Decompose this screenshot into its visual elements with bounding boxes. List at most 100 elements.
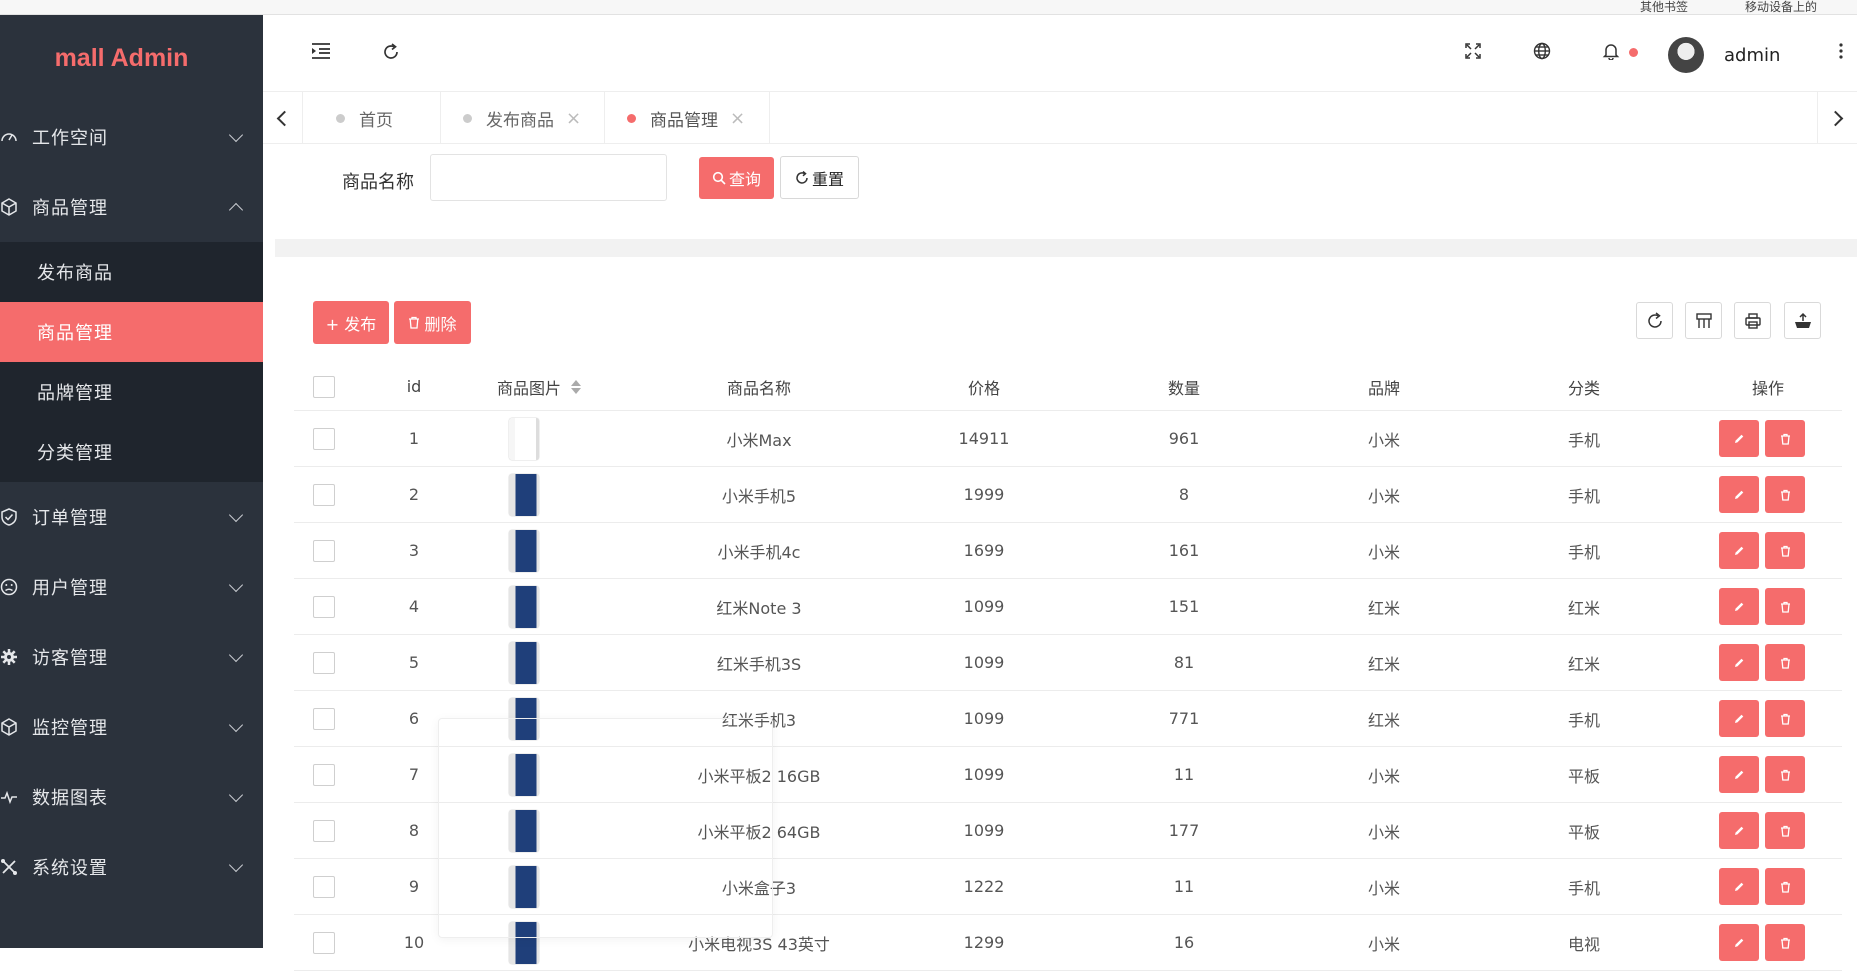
sort-icon[interactable] xyxy=(571,379,581,394)
delete-row-button[interactable] xyxy=(1765,868,1805,905)
product-thumbnail[interactable] xyxy=(509,417,539,460)
cell-category: 平板 xyxy=(1567,766,1600,786)
reset-button[interactable]: 重置 xyxy=(780,156,859,199)
tab-home[interactable]: 首页 xyxy=(304,92,441,144)
publish-button[interactable]: + 发布 xyxy=(313,301,389,344)
delete-row-button[interactable] xyxy=(1765,588,1805,625)
column-image[interactable]: 商品图片 xyxy=(474,363,604,410)
product-thumbnail[interactable] xyxy=(509,697,539,740)
table-columns-button[interactable] xyxy=(1685,302,1722,339)
tab-product-manage[interactable]: 商品管理 × xyxy=(605,92,770,144)
row-select-cell xyxy=(294,635,354,690)
delete-row-button[interactable] xyxy=(1765,644,1805,681)
product-thumbnail[interactable] xyxy=(509,865,539,908)
sidebar-item-products[interactable]: 商品管理 xyxy=(0,172,263,242)
cell-price: 1099 xyxy=(963,821,1005,840)
product-name-input[interactable] xyxy=(430,154,667,201)
globe-icon[interactable] xyxy=(1531,40,1553,62)
sidebar-item-charts[interactable]: 数据图表 xyxy=(0,762,263,832)
refresh-icon[interactable] xyxy=(380,41,402,63)
table-row: 2 小米手机5 1999 8 小米 手机 xyxy=(294,467,1842,523)
column-name[interactable]: 商品名称 xyxy=(604,363,914,410)
sidebar-item-orders[interactable]: 订单管理 xyxy=(0,482,263,552)
sidebar-subitem-publish[interactable]: 发布商品 xyxy=(0,242,263,302)
column-price[interactable]: 价格 xyxy=(914,363,1054,410)
trash-icon xyxy=(1780,545,1790,557)
user-name[interactable]: admin xyxy=(1724,45,1780,66)
row-checkbox[interactable] xyxy=(313,875,335,898)
edit-button[interactable] xyxy=(1719,644,1759,681)
delete-row-button[interactable] xyxy=(1765,420,1805,457)
bookmark-mobile[interactable]: 移动设备上的 xyxy=(1745,0,1817,15)
more-vertical-icon[interactable] xyxy=(1834,40,1848,62)
delete-row-button[interactable] xyxy=(1765,700,1805,737)
edit-button[interactable] xyxy=(1719,588,1759,625)
column-brand[interactable]: 品牌 xyxy=(1314,363,1454,410)
cell-price: 1099 xyxy=(963,765,1005,784)
tab-scroll-left-button[interactable] xyxy=(263,92,303,144)
sidebar-subitem-product-manage[interactable]: 商品管理 xyxy=(0,302,263,362)
delete-row-button[interactable] xyxy=(1765,756,1805,793)
delete-row-button[interactable] xyxy=(1765,532,1805,569)
column-quantity[interactable]: 数量 xyxy=(1054,363,1314,410)
fullscreen-icon[interactable] xyxy=(1462,40,1484,62)
sidebar-item-monitor[interactable]: 监控管理 xyxy=(0,692,263,762)
table-refresh-button[interactable] xyxy=(1636,302,1673,339)
row-checkbox[interactable] xyxy=(313,819,335,842)
column-category[interactable]: 分类 xyxy=(1454,363,1714,410)
avatar[interactable] xyxy=(1668,37,1704,73)
bookmark-other[interactable]: 其他书签 xyxy=(1640,0,1688,15)
sidebar-item-visitors[interactable]: 访客管理 xyxy=(0,622,263,692)
product-thumbnail[interactable] xyxy=(509,753,539,796)
edit-button[interactable] xyxy=(1719,420,1759,457)
cell-quantity: 961 xyxy=(1168,429,1200,448)
tab-publish-product[interactable]: 发布商品 × xyxy=(441,92,605,144)
edit-button[interactable] xyxy=(1719,756,1759,793)
row-checkbox[interactable] xyxy=(313,707,335,730)
table-body: 1 小米Max 14911 961 小米 手机 2 小米手机5 1999 8 小米 手机 3 小米手机4c… xyxy=(294,411,1842,971)
trash-icon xyxy=(1780,433,1790,445)
table-print-button[interactable] xyxy=(1734,302,1771,339)
tab-scroll-right-button[interactable] xyxy=(1817,92,1857,144)
bell-icon[interactable] xyxy=(1600,40,1622,62)
row-checkbox[interactable] xyxy=(313,595,335,618)
edit-button[interactable] xyxy=(1719,868,1759,905)
table-export-button[interactable] xyxy=(1784,302,1821,339)
sidebar-subitem-brand[interactable]: 品牌管理 xyxy=(0,362,263,422)
menu-fold-icon[interactable] xyxy=(310,40,332,62)
row-checkbox[interactable] xyxy=(313,539,335,562)
chevron-down-icon xyxy=(228,127,244,143)
close-icon[interactable]: × xyxy=(730,108,745,129)
query-button[interactable]: 查询 xyxy=(699,157,774,199)
chevron-down-icon xyxy=(228,577,244,593)
reset-button-label: 重置 xyxy=(811,169,844,189)
product-thumbnail[interactable] xyxy=(509,529,539,572)
edit-button[interactable] xyxy=(1719,532,1759,569)
edit-button[interactable] xyxy=(1719,476,1759,513)
product-thumbnail[interactable] xyxy=(509,473,539,516)
delete-row-button[interactable] xyxy=(1765,924,1805,961)
close-icon[interactable]: × xyxy=(566,108,581,129)
delete-row-button[interactable] xyxy=(1765,812,1805,849)
row-checkbox[interactable] xyxy=(313,931,335,954)
row-checkbox[interactable] xyxy=(313,427,335,450)
column-id[interactable]: id xyxy=(354,363,474,410)
edit-button[interactable] xyxy=(1719,924,1759,961)
select-all-checkbox[interactable] xyxy=(313,375,335,398)
product-thumbnail[interactable] xyxy=(509,585,539,628)
delete-button[interactable]: 删除 xyxy=(394,301,471,344)
row-checkbox[interactable] xyxy=(313,763,335,786)
sidebar-item-workspace[interactable]: 工作空间 xyxy=(0,102,263,172)
row-checkbox[interactable] xyxy=(313,651,335,674)
product-thumbnail[interactable] xyxy=(509,641,539,684)
row-checkbox[interactable] xyxy=(313,483,335,506)
table-row: 5 红米手机3S 1099 81 红米 红米 xyxy=(294,635,1842,691)
sidebar-subitem-category[interactable]: 分类管理 xyxy=(0,422,263,482)
product-thumbnail[interactable] xyxy=(509,809,539,852)
edit-button[interactable] xyxy=(1719,700,1759,737)
sidebar-item-settings[interactable]: 系统设置 xyxy=(0,832,263,902)
sidebar-item-users[interactable]: 用户管理 xyxy=(0,552,263,622)
delete-row-button[interactable] xyxy=(1765,476,1805,513)
product-thumbnail[interactable] xyxy=(509,921,539,964)
edit-button[interactable] xyxy=(1719,812,1759,849)
